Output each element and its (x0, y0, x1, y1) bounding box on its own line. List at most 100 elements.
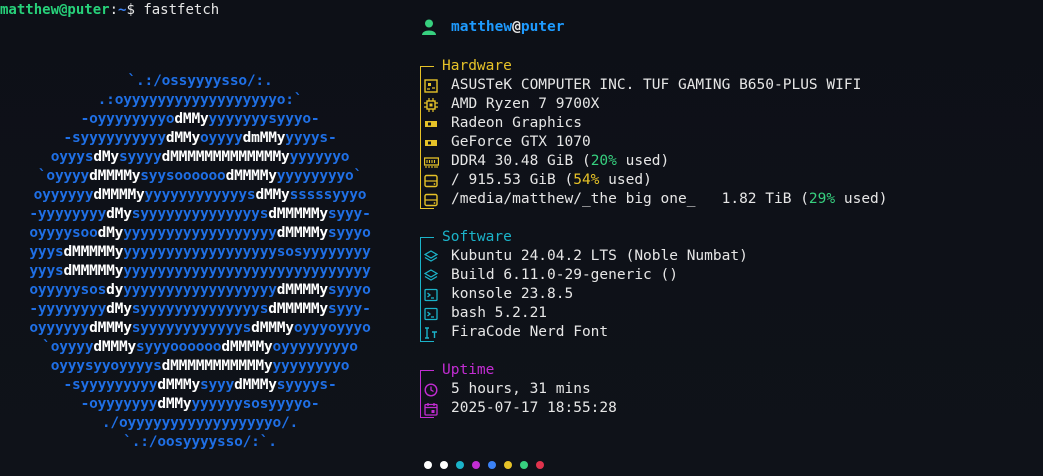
row-text-pre: DDR4 30.48 GiB ( (451, 153, 591, 169)
gpu-icon (423, 116, 439, 132)
logo-segment: syyyo (327, 225, 371, 241)
terminal-icon (423, 306, 439, 322)
logo-segment: yyyyyyyyyyyyyyyyyyyyyyyyyyyyy (123, 263, 371, 279)
logo-line: oyyyyyydMMMysyyyyyyyyyyyysdMMMyoyyyoyyyo (0, 319, 400, 338)
logo-segment: -yyyyyyyy (29, 301, 107, 317)
logo-segment: yyyyyysosyyyyo- (191, 396, 320, 412)
logo-line: `oyyyydMMMMysyysoooooodMMMMyyyyyyyyyo` (0, 167, 400, 186)
logo-segment: yyyyyyyyo` (276, 168, 363, 184)
logo-segment: syyyo (327, 282, 371, 298)
prompt-colon: : (109, 2, 119, 18)
hardware-row-text: Radeon Graphics (451, 115, 582, 131)
logo-segment: sssssyyyo (289, 187, 367, 203)
logo-segment: dMMy (157, 396, 192, 412)
logo-line: -syyyyyyyyydMMMysyyydMMMysyyyys- (0, 376, 400, 395)
logo-segment: oyyyyyyyyo (272, 339, 359, 355)
logo-line: oyyysdMysyyyydMMMMMMMMMMMMMyyyyyyyo (0, 148, 400, 167)
palette-dot (424, 461, 432, 469)
logo-segment: `oyyyy (42, 339, 94, 355)
title-text: matthew@puter (451, 16, 565, 38)
usage-percent: 29% (808, 191, 836, 207)
logo-segment: syyyyyyyyyyyyyys (131, 206, 269, 222)
logo-segment: dmMMy (242, 130, 286, 146)
logo-segment: dMMMMMy (268, 301, 328, 317)
logo-segment: yyyyyyo (289, 149, 350, 165)
logo-segment: dMMMMy (276, 282, 328, 298)
memory-icon (423, 154, 439, 170)
font-icon (423, 325, 439, 341)
uptime-row-text: 2025-07-17 18:55:28 (451, 400, 617, 416)
logo-segment: dMMMMMy (268, 206, 328, 222)
hardware-row-text: AMD Ryzen 7 9700X (451, 96, 600, 112)
logo-line: oyyyyyydMMMMyyyyyyyyyyyyysdMMysssssyyyo (0, 186, 400, 205)
hardware-row-text: /media/matthew/_the big one_ 1.82 TiB (2… (451, 190, 888, 209)
hardware-row-text: ASUSTeK COMPUTER INC. TUF GAMING B650-PL… (451, 77, 862, 93)
logo-segment: -oyyyyyyy (80, 396, 158, 412)
section-end-tick (420, 208, 434, 209)
logo-segment: dMMMMy (93, 187, 145, 203)
prompt-symbol: $ (126, 2, 144, 18)
hardware-row-text: DDR4 30.48 GiB (20% used) (451, 152, 669, 171)
row-text-post: used) (599, 172, 652, 188)
software-title: Software (442, 229, 512, 245)
section-rail (420, 370, 421, 418)
uptime-row-text: 5 hours, 31 mins (451, 381, 591, 397)
logo-segment: dMMMMy (221, 339, 273, 355)
disk-icon (423, 173, 439, 189)
section-tick (420, 370, 434, 371)
row-text-pre: /media/matthew/_the big one_ 1.82 TiB ( (451, 191, 809, 207)
logo-segment: ./oyyyyyyyyyyyyyyyyyo/. (101, 415, 299, 431)
logo-segment: syyyy (118, 149, 162, 165)
hardware-row-text: GeForce GTX 1070 (451, 134, 591, 150)
section-end-tick (420, 417, 434, 418)
title-host: puter (520, 19, 565, 35)
logo-segment: dMMMMy (225, 168, 277, 184)
logo-segment: dMMMMMMMMMMMy (161, 358, 273, 374)
section-tick (420, 66, 434, 67)
palette-dot (504, 461, 512, 469)
logo-segment: dMy (106, 301, 132, 317)
palette-dot (456, 461, 464, 469)
logo-segment: dMMMy (157, 377, 200, 393)
logo-segment: syysoooooo (140, 168, 226, 184)
logo-segment: yyys (29, 263, 64, 279)
cpu-icon (423, 97, 439, 113)
logo-segment: oyyyyyy (29, 320, 90, 336)
logo-segment: syyy- (327, 206, 371, 222)
logo-segment: dMy (93, 149, 119, 165)
logo-segment: dMMMy (234, 377, 277, 393)
logo-line: -oyyyyyyyyodMMyyyyyyyysyyyo- (0, 110, 400, 129)
software-row-text: bash 5.2.21 (451, 305, 548, 321)
clock-icon (423, 382, 439, 398)
palette-dot (488, 461, 496, 469)
logo-segment: syyy- (327, 301, 371, 317)
disk-icon (423, 192, 439, 208)
logo-segment: dMMMMMy (63, 244, 124, 260)
uptime-title: Uptime (442, 362, 495, 378)
user-host-title: matthew@puter (418, 16, 565, 38)
logo-segment: `.:/ossyyyysso/:. (127, 73, 273, 89)
hardware-title: Hardware (442, 58, 512, 74)
row-text-post: used) (616, 153, 670, 169)
logo-line: `.:/oosyyyysso/:`. (0, 433, 400, 452)
section-rail (420, 237, 421, 342)
logo-line: yyysdMMMMMyyyyyyyyyyyyyyyyyyyyyyyyyyyyyy (0, 262, 400, 281)
gpu-icon (423, 135, 439, 151)
usage-percent: 20% (590, 153, 617, 169)
logo-segment: oyyyoyyyo (293, 320, 371, 336)
color-palette (424, 461, 544, 469)
logo-segment: syyyyyyyyyyyyyys (131, 301, 269, 317)
logo-segment: yyys (29, 244, 64, 260)
logo-line: -yyyyyyyydMysyyyyyyyyyyyyyysdMMMMMysyyy- (0, 205, 400, 224)
logo-line: oyyysyyoyyyysdMMMMMMMMMMMyyyyyyyyyo (0, 357, 400, 376)
software-row-text: Build 6.11.0-29-generic () (451, 267, 678, 283)
kubuntu-ascii-logo: `.:/ossyyyysso/:. .:oyyyyyyyyyyyyyyyyyyo:… (0, 72, 400, 452)
section-rail (420, 66, 421, 209)
section-tick (420, 237, 434, 238)
logo-segment: dMMMMy (276, 225, 328, 241)
logo-segment: dMMy (174, 111, 209, 127)
logo-segment: oyyyysoo (29, 225, 98, 241)
shell-prompt: matthew@puter:~$ fastfetch (0, 0, 219, 20)
palette-dot (520, 461, 528, 469)
logo-line: oyyyysoodMyyyyyyyyyyyyyyyyyyydMMMMysyyyo (0, 224, 400, 243)
